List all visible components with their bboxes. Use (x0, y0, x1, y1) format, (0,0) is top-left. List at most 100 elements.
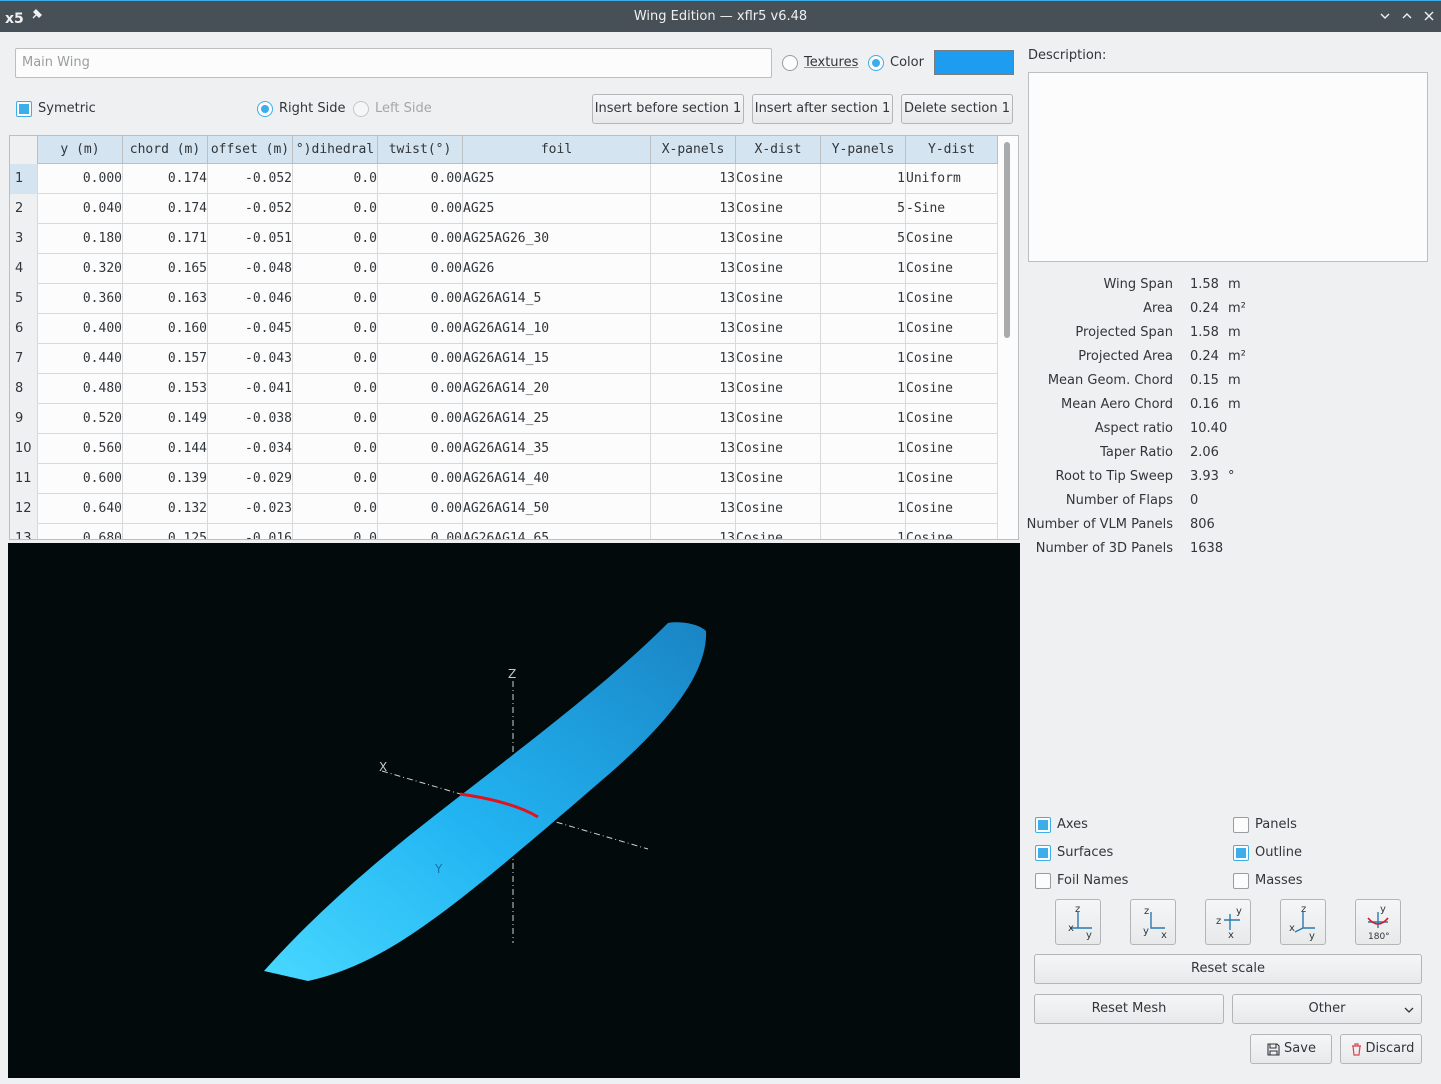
table-cell-chord[interactable]: 0.144 (123, 434, 208, 464)
table-cell-foil[interactable]: AG26AG14_40 (463, 464, 651, 494)
table-cell-offset[interactable]: -0.048 (208, 254, 293, 284)
symetric-label[interactable]: Symetric (38, 101, 96, 116)
table-cell-xd[interactable]: Cosine (736, 464, 821, 494)
other-menu-button[interactable]: Other (1232, 994, 1422, 1024)
table-cell-chord[interactable]: 0.125 (123, 524, 208, 539)
table-row[interactable]: 11 0.600 0.139 -0.029 0.0 0.00 AG26AG14_40 13 Co… (10, 464, 998, 494)
table-cell-foil[interactable]: AG26AG14_65 (463, 524, 651, 539)
table-cell-chord[interactable]: 0.171 (123, 224, 208, 254)
table-cell-xp[interactable]: 13 (651, 494, 736, 524)
table-cell-yd[interactable]: Cosine (906, 434, 998, 464)
table-cell-xp[interactable]: 13 (651, 524, 736, 539)
table-row[interactable]: 7 0.440 0.157 -0.043 0.0 0.00 AG26AG14_15 13 Cos… (10, 344, 998, 374)
col-header-twist[interactable]: twist(°) (378, 136, 463, 164)
symetric-checkbox[interactable] (16, 101, 32, 117)
right-side-radio[interactable] (257, 101, 273, 117)
table-cell-yp[interactable]: 1 (821, 164, 906, 194)
surfaces-checkbox[interactable] (1035, 845, 1051, 861)
table-cell-foil[interactable]: AG26AG14_20 (463, 374, 651, 404)
table-cell-dihedral[interactable]: 0.0 (293, 374, 378, 404)
table-cell-chord[interactable]: 0.174 (123, 194, 208, 224)
view-iso-button[interactable]: z x y (1280, 899, 1326, 945)
table-cell-yp[interactable]: 1 (821, 464, 906, 494)
table-cell-xd[interactable]: Cosine (736, 284, 821, 314)
discard-button[interactable]: Discard (1340, 1034, 1422, 1064)
table-row[interactable]: 3 0.180 0.171 -0.051 0.0 0.00 AG25AG26_30 13 Cos… (10, 224, 998, 254)
table-cell-xd[interactable]: Cosine (736, 164, 821, 194)
row-header[interactable]: 4 (10, 254, 38, 284)
view-side-button[interactable]: z y x (1130, 899, 1176, 945)
row-header[interactable]: 12 (10, 494, 38, 524)
table-scrollbar[interactable] (1004, 142, 1010, 338)
table-cell-dihedral[interactable]: 0.0 (293, 284, 378, 314)
row-header[interactable]: 3 (10, 224, 38, 254)
wing-name-input[interactable]: Main Wing (15, 48, 772, 78)
foil-names-label[interactable]: Foil Names (1057, 873, 1128, 888)
table-cell-xp[interactable]: 13 (651, 254, 736, 284)
table-cell-twist[interactable]: 0.00 (378, 194, 463, 224)
col-header-ydist[interactable]: Y-dist (906, 136, 998, 164)
table-cell-twist[interactable]: 0.00 (378, 494, 463, 524)
table-cell-yd[interactable]: Cosine (906, 464, 998, 494)
table-cell-offset[interactable]: -0.023 (208, 494, 293, 524)
table-cell-offset[interactable]: -0.052 (208, 164, 293, 194)
table-cell-foil[interactable]: AG26AG14_25 (463, 404, 651, 434)
table-cell-dihedral[interactable]: 0.0 (293, 344, 378, 374)
table-cell-yp[interactable]: 5 (821, 194, 906, 224)
table-cell-twist[interactable]: 0.00 (378, 314, 463, 344)
table-cell-offset[interactable]: -0.043 (208, 344, 293, 374)
table-cell-y[interactable]: 0.000 (38, 164, 123, 194)
table-cell-dihedral[interactable]: 0.0 (293, 224, 378, 254)
table-cell-yd[interactable]: -Sine (906, 194, 998, 224)
table-cell-twist[interactable]: 0.00 (378, 464, 463, 494)
table-cell-yd[interactable]: Cosine (906, 374, 998, 404)
table-cell-foil[interactable]: AG25AG26_30 (463, 224, 651, 254)
table-cell-offset[interactable]: -0.051 (208, 224, 293, 254)
table-row[interactable]: 1 0.000 0.174 -0.052 0.0 0.00 AG25 13 Cosine 1 Uni… (10, 164, 998, 194)
table-cell-yd[interactable]: Cosine (906, 494, 998, 524)
flip-180-button[interactable]: y 180° (1355, 899, 1401, 945)
table-cell-offset[interactable]: -0.034 (208, 434, 293, 464)
table-cell-chord[interactable]: 0.153 (123, 374, 208, 404)
row-header[interactable]: 13 (10, 524, 38, 539)
table-cell-xd[interactable]: Cosine (736, 434, 821, 464)
insert-after-button[interactable]: Insert after section 1 (752, 94, 893, 124)
color-radio[interactable] (868, 55, 884, 71)
table-cell-y[interactable]: 0.480 (38, 374, 123, 404)
table-cell-foil[interactable]: AG25 (463, 164, 651, 194)
table-cell-xp[interactable]: 13 (651, 404, 736, 434)
table-cell-twist[interactable]: 0.00 (378, 434, 463, 464)
table-cell-yd[interactable]: Cosine (906, 224, 998, 254)
table-cell-foil[interactable]: AG26AG14_35 (463, 434, 651, 464)
table-cell-yp[interactable]: 1 (821, 404, 906, 434)
table-cell-foil[interactable]: AG26AG14_50 (463, 494, 651, 524)
table-cell-offset[interactable]: -0.038 (208, 404, 293, 434)
masses-checkbox[interactable] (1233, 873, 1249, 889)
table-cell-foil[interactable]: AG26 (463, 254, 651, 284)
textures-label[interactable]: Textures (804, 55, 858, 70)
color-swatch-button[interactable] (934, 50, 1014, 75)
description-textarea[interactable] (1028, 72, 1428, 262)
table-cell-yp[interactable]: 1 (821, 344, 906, 374)
table-cell-xd[interactable]: Cosine (736, 524, 821, 539)
table-cell-xp[interactable]: 13 (651, 434, 736, 464)
table-cell-y[interactable]: 0.640 (38, 494, 123, 524)
table-row[interactable]: 9 0.520 0.149 -0.038 0.0 0.00 AG26AG14_25 13 Cos… (10, 404, 998, 434)
table-cell-yp[interactable]: 1 (821, 284, 906, 314)
table-cell-twist[interactable]: 0.00 (378, 254, 463, 284)
row-header[interactable]: 5 (10, 284, 38, 314)
masses-label[interactable]: Masses (1255, 873, 1303, 888)
table-row[interactable]: 4 0.320 0.165 -0.048 0.0 0.00 AG26 13 Cosine 1 Cos… (10, 254, 998, 284)
table-cell-dihedral[interactable]: 0.0 (293, 314, 378, 344)
table-cell-xp[interactable]: 13 (651, 224, 736, 254)
wing-3d-view[interactable]: Z X Y (8, 543, 1020, 1078)
axes-checkbox[interactable] (1035, 817, 1051, 833)
table-cell-twist[interactable]: 0.00 (378, 284, 463, 314)
table-cell-offset[interactable]: -0.041 (208, 374, 293, 404)
table-cell-yp[interactable]: 1 (821, 524, 906, 539)
table-cell-twist[interactable]: 0.00 (378, 374, 463, 404)
table-cell-xp[interactable]: 13 (651, 284, 736, 314)
outline-label[interactable]: Outline (1255, 845, 1302, 860)
table-cell-xd[interactable]: Cosine (736, 224, 821, 254)
table-cell-xd[interactable]: Cosine (736, 344, 821, 374)
